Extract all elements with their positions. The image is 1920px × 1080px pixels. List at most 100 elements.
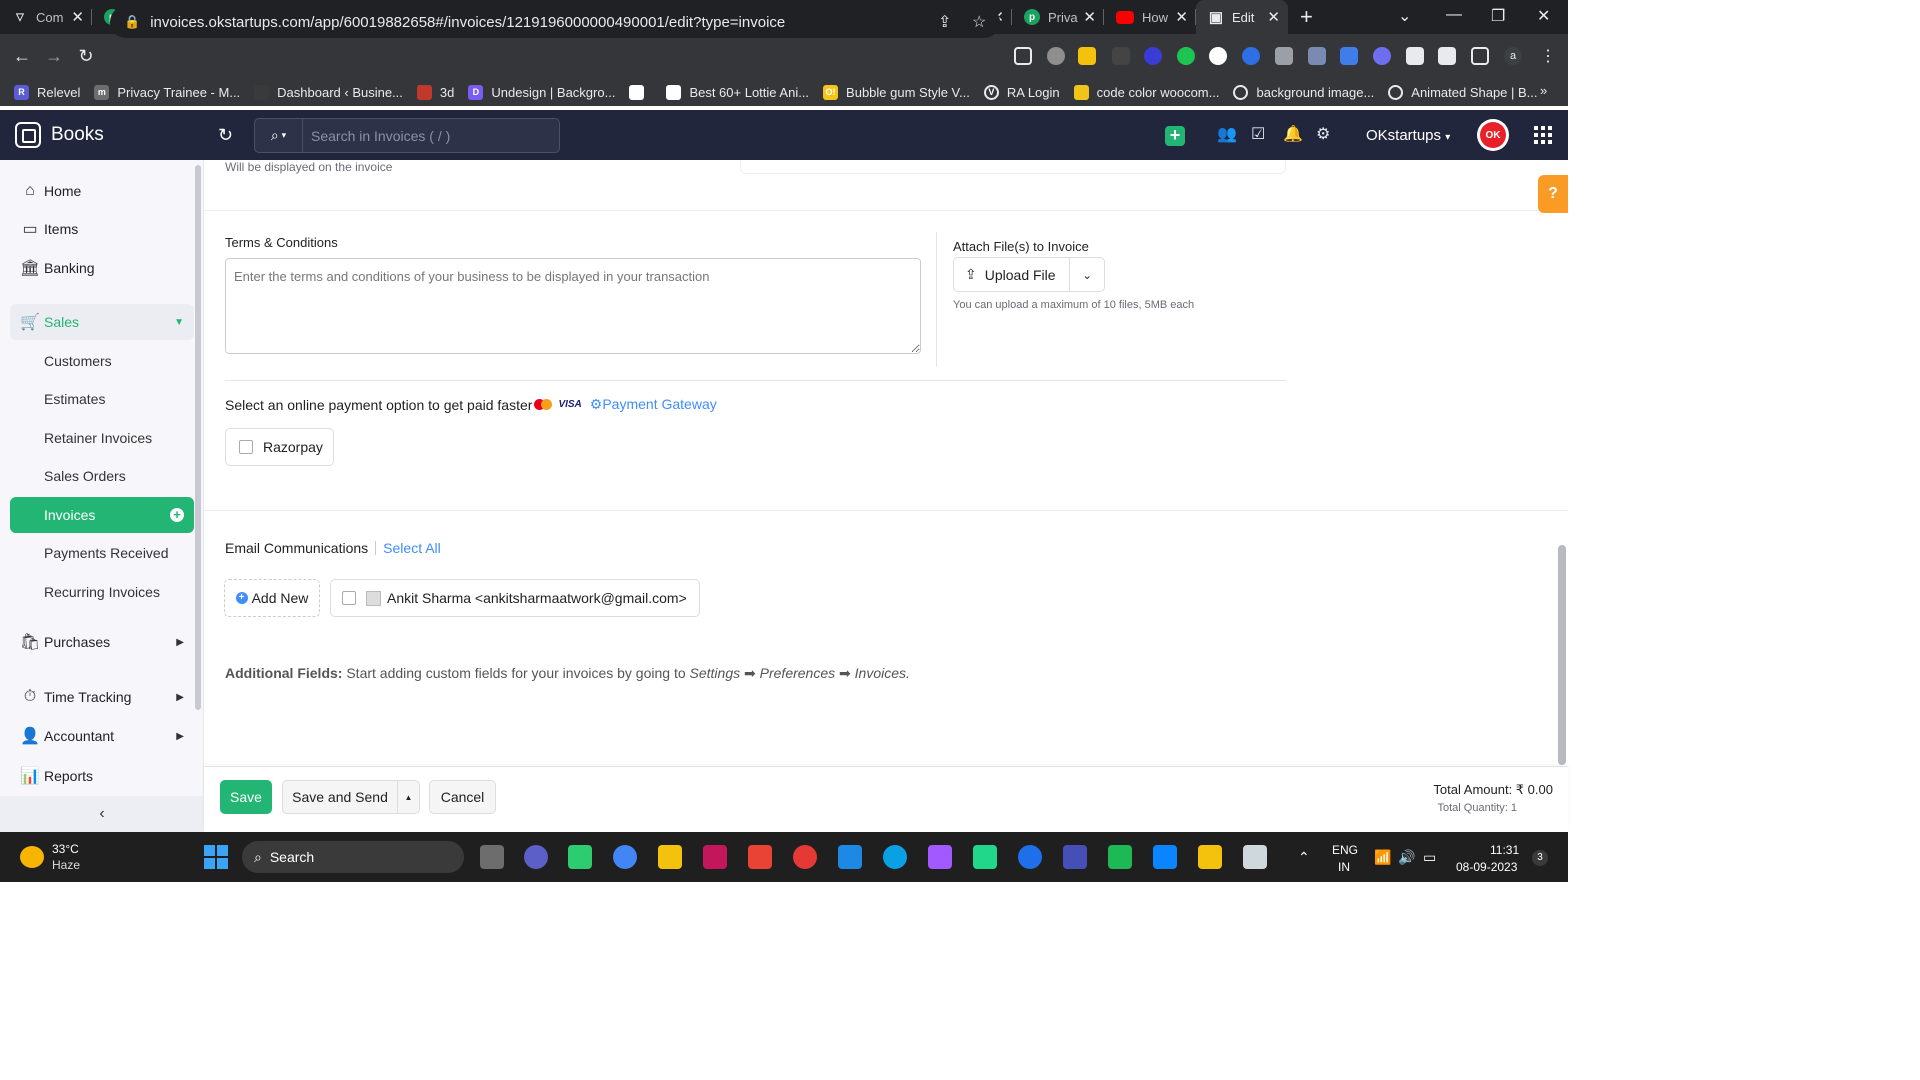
bookmark-item[interactable]: code color woocom... — [1073, 84, 1219, 100]
razorpay-checkbox[interactable] — [239, 440, 253, 454]
bookmark-item[interactable]: Best 60+ Lottie Ani... — [666, 84, 809, 100]
extension-icon[interactable] — [1308, 47, 1326, 65]
sidebar-item-accountant[interactable]: 👤 Accountant ▶ — [10, 718, 194, 754]
bookmark-item[interactable]: m Privacy Trainee - M... — [94, 84, 240, 100]
profile-avatar[interactable]: a — [1504, 47, 1522, 65]
camera-icon[interactable] — [1275, 47, 1293, 65]
extension-icon[interactable] — [1340, 47, 1358, 65]
add-invoice-icon[interactable]: + — [170, 508, 184, 522]
extension-icon[interactable] — [1047, 47, 1065, 65]
sidebar-item-sales[interactable]: 🛒 Sales ▼ — [10, 304, 194, 340]
sidebar-item-home[interactable]: ⌂ Home — [10, 173, 194, 209]
maximize-button[interactable]: ❐ — [1491, 6, 1505, 26]
upload-dropdown-button[interactable]: ⌄ — [1070, 268, 1104, 282]
show-hidden-icons[interactable]: ⌃ — [1298, 849, 1310, 866]
tasks-icon[interactable]: ☑ — [1251, 124, 1265, 144]
windows-start-icon[interactable] — [204, 845, 228, 869]
share-icon[interactable]: ⇪ — [938, 12, 951, 32]
bookmark-item[interactable]: background image... — [1233, 84, 1374, 100]
notification-count-badge[interactable]: 3 — [1532, 850, 1548, 866]
puzzle-icon[interactable] — [1406, 47, 1424, 65]
sidebar-item-purchases[interactable]: 🛍 Purchases ▶ — [10, 624, 194, 660]
save-and-send-button[interactable]: Save and Send — [282, 780, 398, 814]
anydesk-icon[interactable] — [748, 845, 772, 869]
user-avatar[interactable]: OK — [1477, 119, 1509, 151]
mail-icon[interactable] — [1243, 845, 1267, 869]
back-button[interactable]: ← — [6, 46, 38, 67]
select-all-link[interactable]: Select All — [383, 540, 441, 556]
recent-history-icon[interactable]: ↻ — [218, 125, 233, 146]
app-icon[interactable] — [973, 845, 997, 869]
more-bookmarks-icon[interactable]: » — [1540, 83, 1547, 98]
bookmark-item[interactable]: O! Bubble gum Style V... — [823, 84, 970, 100]
teams-chat-icon[interactable] — [524, 845, 548, 869]
payment-gateway-link[interactable]: ⚙Payment Gateway — [590, 396, 717, 413]
new-tab-button[interactable]: + — [1300, 4, 1313, 30]
close-tab-icon[interactable]: ✕ — [1083, 8, 1096, 26]
sidebar-scrollbar[interactable] — [195, 165, 201, 710]
file-explorer-icon[interactable] — [658, 845, 682, 869]
sidebar-item-recurring-invoices[interactable]: Recurring Invoices — [10, 574, 194, 610]
volume-icon[interactable]: 🔊 — [1398, 849, 1415, 866]
battery-icon[interactable]: ▭ — [1423, 849, 1436, 866]
forward-button[interactable]: → — [38, 46, 70, 67]
save-options-dropdown[interactable]: ▲ — [397, 780, 420, 814]
figma-icon[interactable] — [928, 845, 952, 869]
app-brand[interactable]: Books — [15, 122, 104, 148]
bookmark-item[interactable]: D Undesign | Backgro... — [468, 84, 615, 100]
quick-create-button[interactable]: + — [1165, 126, 1185, 146]
close-window-button[interactable]: ✕ — [1537, 6, 1550, 26]
extension-icon[interactable] — [1177, 47, 1195, 65]
sticky-notes-icon[interactable] — [1198, 845, 1222, 869]
bookmark-item[interactable]: Animated Shape | B... — [1388, 84, 1538, 100]
teams-icon[interactable] — [1063, 845, 1087, 869]
tab-search-icon[interactable]: ⌄ — [1398, 6, 1411, 26]
clock-time[interactable]: 11:31 — [1490, 843, 1519, 857]
sidebar-item-invoices[interactable]: Invoices + — [10, 497, 194, 533]
edge-icon[interactable] — [883, 845, 907, 869]
app-icon[interactable] — [1018, 845, 1042, 869]
bookmark-item[interactable]: V RA Login — [983, 84, 1060, 100]
bing-icon[interactable] — [1153, 845, 1177, 869]
bookmark-star-icon[interactable]: ☆ — [972, 12, 986, 32]
language-in[interactable]: IN — [1338, 860, 1350, 874]
bookmark-item[interactable] — [629, 84, 652, 100]
contact-checkbox[interactable] — [342, 591, 356, 605]
sidebar-item-payments-received[interactable]: Payments Received — [10, 535, 194, 571]
bookmark-item[interactable]: Dashboard ‹ Busine... — [254, 84, 403, 100]
sidebar-item-sales-orders[interactable]: Sales Orders — [10, 458, 194, 494]
close-tab-icon[interactable]: ✕ — [71, 8, 84, 26]
clock-date[interactable]: 08-09-2023 — [1456, 860, 1517, 874]
sidebar-item-customers[interactable]: Customers — [10, 343, 194, 379]
browser-tab[interactable]: p Priva ✕ — [1012, 0, 1104, 34]
upload-file-button[interactable]: ⇪ Upload File — [954, 258, 1071, 291]
search-input[interactable] — [303, 127, 543, 144]
cancel-button[interactable]: Cancel — [429, 780, 496, 814]
search-icon[interactable]: ⌕ ▾ — [255, 119, 303, 152]
app-icon[interactable] — [1108, 845, 1132, 869]
sidebar-item-items[interactable]: ▭ Items — [10, 211, 194, 247]
wifi-icon[interactable]: 📶 — [1374, 849, 1391, 866]
minimize-button[interactable]: — — [1446, 6, 1462, 24]
kebab-menu-icon[interactable]: ⋮ — [1540, 46, 1556, 66]
sidebar-item-retainer-invoices[interactable]: Retainer Invoices — [10, 420, 194, 456]
collapse-sidebar-button[interactable]: ‹ — [0, 796, 204, 832]
reading-list-icon[interactable] — [1438, 47, 1456, 65]
extension-icon[interactable] — [1112, 47, 1130, 65]
app-l-icon[interactable] — [838, 845, 862, 869]
browser-tab[interactable]: ▣ Edit ✕ — [1196, 0, 1288, 34]
users-icon[interactable]: 👥 — [1217, 124, 1237, 144]
add-new-contact-button[interactable]: + Add New — [224, 579, 320, 617]
help-button[interactable]: ? — [1538, 175, 1568, 213]
extension-icon[interactable] — [1242, 47, 1260, 65]
taskbar-search[interactable]: ⌕ Search — [242, 841, 464, 873]
main-scrollbar[interactable] — [1558, 545, 1566, 765]
extension-icon[interactable] — [1078, 47, 1096, 65]
settings-gear-icon[interactable]: ⚙ — [1316, 124, 1330, 144]
bookmark-item[interactable]: R Relevel — [14, 84, 80, 100]
sidebar-item-time-tracking[interactable]: ⏱ Time Tracking ▶ — [10, 679, 194, 715]
sidebar-item-banking[interactable]: 🏛 Banking — [10, 250, 194, 286]
close-tab-icon[interactable]: ✕ — [1267, 8, 1280, 26]
sidebar-item-reports[interactable]: 📊 Reports — [10, 758, 194, 794]
language-eng[interactable]: ENG — [1332, 843, 1358, 857]
